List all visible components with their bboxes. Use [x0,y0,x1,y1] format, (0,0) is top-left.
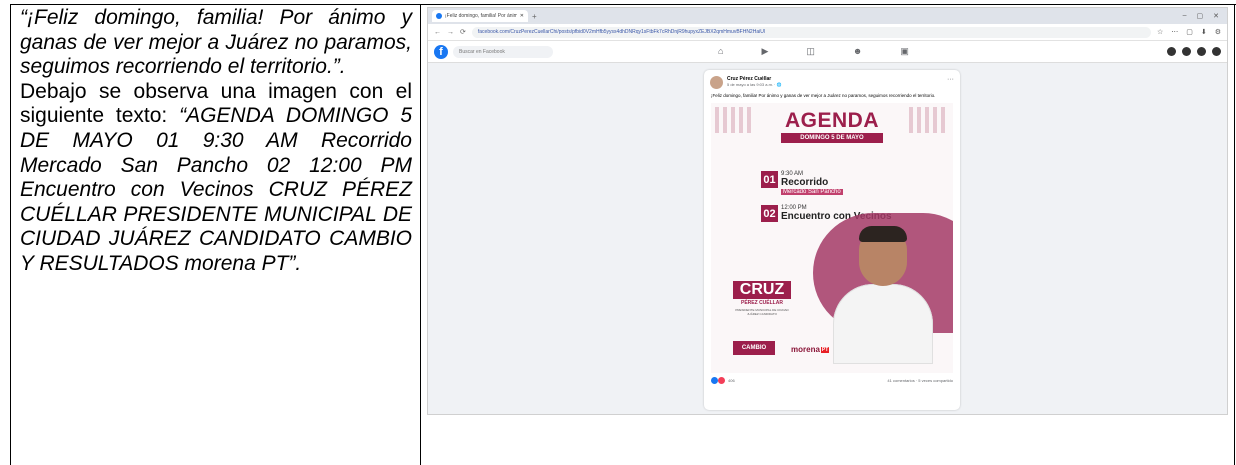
item-location: Mercado San Pancho [781,189,843,195]
candidate-office: PRESIDENTE MUNICIPAL DE CIUDAD JUÁREZ CA… [735,308,789,316]
settings-icon[interactable]: ⚙ [1215,28,1221,36]
window-controls: – ▢ ✕ [1183,12,1227,20]
item-number: 01 [761,171,778,188]
facebook-logo-icon[interactable]: f [434,44,448,59]
facebook-nav: ⌂ ▶ ◫ ☻ ▣ [718,46,909,57]
gaming-icon[interactable]: ▣ [900,46,909,57]
table-border-right [1234,4,1235,465]
table-border-left [10,4,11,465]
agenda-flyer-image[interactable]: AGENDA DOMINGO 5 DE MAYO 01 9:30 AM Reco… [711,103,953,373]
bookmark-icon[interactable]: ☆ [1157,28,1163,36]
candidate-name-small: PÉREZ CUÉLLAR [741,300,783,306]
menu-grid-icon[interactable] [1167,47,1176,56]
like-reaction-icon[interactable] [711,377,718,384]
description-cell: “¡Feliz domingo, familia! Por ánimo y ga… [20,6,412,277]
image-text-quote: “AGENDA DOMINGO 5 DE MAYO 01 9:30 AM Rec… [20,104,412,275]
table-border-top [10,4,1236,5]
marketplace-icon[interactable]: ◫ [806,46,815,57]
table-divider [420,4,421,465]
browser-toolbar-icons: ☆ ⋯ ▢ ⬇ ⚙ [1157,28,1221,36]
post-header: Cruz Pérez Cuéllar 5 de mayo a las 9:03 … [704,70,960,91]
flyer-title: AGENDA [784,109,879,132]
messenger-icon[interactable] [1182,47,1191,56]
flyer-date: DOMINGO 5 DE MAYO [781,133,883,143]
author-block: Cruz Pérez Cuéllar 5 de mayo a las 9:03 … [727,76,782,89]
tab-title: ¡Feliz domingo, familia! Por ánim [445,13,517,19]
love-reaction-icon[interactable] [718,377,725,384]
close-tab-icon[interactable]: ✕ [520,13,524,19]
notifications-icon[interactable] [1197,47,1206,56]
item-details: 9:30 AM Recorrido Mercado San Pancho [781,171,843,195]
facebook-screenshot: ¡Feliz domingo, familia! Por ánim ✕ + – … [427,7,1228,415]
candidate-name-big: CRUZ [733,281,791,299]
candidate-body [833,284,933,364]
new-tab-button[interactable]: + [532,12,537,21]
download-icon[interactable]: ⬇ [1201,28,1207,36]
reload-icon[interactable]: ⟳ [460,28,466,36]
close-window-button[interactable]: ✕ [1213,12,1219,20]
profile-avatar-icon[interactable] [1212,47,1221,56]
description-paragraph: Debajo se observa una imagen con el sigu… [20,80,412,277]
minimize-button[interactable]: – [1183,12,1187,20]
post-footer: 406 41 comentarios · 5 veces compartido [704,373,960,388]
back-icon[interactable]: ← [434,29,441,36]
candidate-hair [859,226,907,242]
post-options-icon[interactable]: ··· [947,76,954,89]
facebook-header: f Buscar en Facebook ⌂ ▶ ◫ ☻ ▣ [428,41,1227,63]
menu-dots-icon[interactable]: ⋯ [1171,28,1178,36]
browser-tab[interactable]: ¡Feliz domingo, familia! Por ánim ✕ [432,10,528,22]
url-input[interactable]: facebook.com/CruzPerezCuellarChi/posts/p… [471,26,1151,38]
agenda-item: 01 9:30 AM Recorrido Mercado San Pancho [761,171,843,195]
item-number: 02 [761,205,778,222]
maximize-button[interactable]: ▢ [1197,12,1204,20]
post-stats[interactable]: 41 comentarios · 5 veces compartido [887,378,953,383]
extensions-icon[interactable]: ▢ [1186,28,1193,36]
author-avatar[interactable] [710,76,723,89]
home-icon[interactable]: ⌂ [718,46,723,57]
pt-label: PT [820,346,830,353]
address-bar-row: ← → ⟳ facebook.com/CruzPerezCuellarChi/p… [428,24,1227,41]
video-icon[interactable]: ▶ [761,46,768,57]
quote-paragraph: “¡Feliz domingo, familia! Por ánimo y ga… [20,6,412,79]
facebook-favicon-icon [436,13,442,19]
forward-icon[interactable]: → [447,29,454,36]
item-title: Recorrido [781,177,829,188]
post-meta: 5 de mayo a las 9:03 a.m. · 🌐 [727,82,782,87]
reactions-count[interactable]: 406 [728,378,735,383]
post-text: ¡Feliz domingo, familia! Por ánimo y gan… [711,93,936,98]
facebook-account-icons [1167,47,1221,56]
coalition-logo: CAMBIO [733,341,775,355]
candidate-photo [833,226,933,364]
party-logo: morena PT [791,345,830,354]
facebook-search-input[interactable]: Buscar en Facebook [453,45,553,58]
groups-icon[interactable]: ☻ [853,46,862,57]
morena-label: morena [791,345,820,354]
browser-tab-bar: ¡Feliz domingo, familia! Por ánim ✕ + – … [428,8,1227,24]
facebook-post: Cruz Pérez Cuéllar 5 de mayo a las 9:03 … [704,70,960,410]
